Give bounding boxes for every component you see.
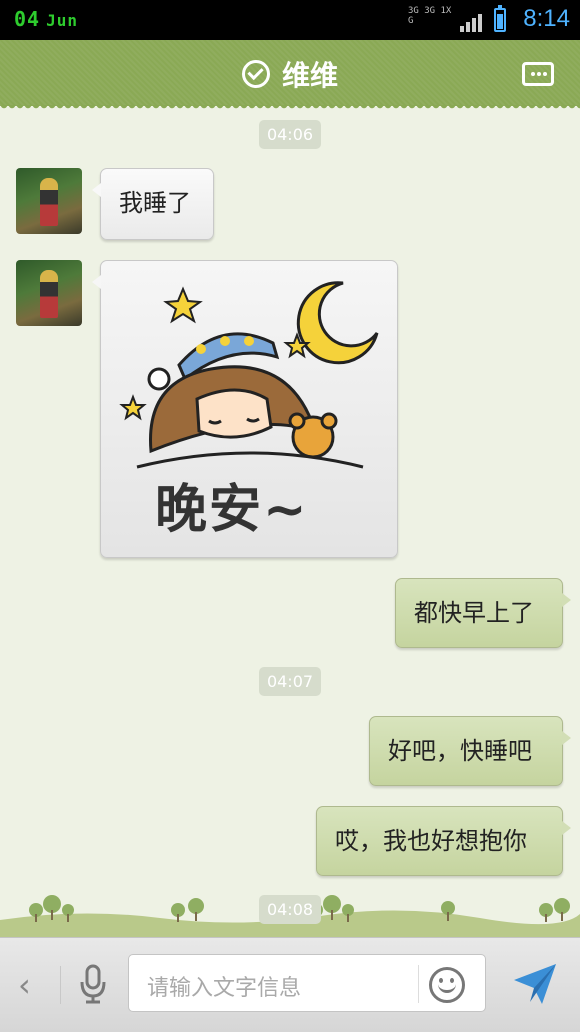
message-bubble-outgoing[interactable]: 都快早上了 <box>395 578 571 648</box>
goodnight-sticker-image <box>119 281 379 469</box>
message-text: 哎，我也好想抱你 <box>335 827 527 855</box>
chat-title: 维维 <box>281 59 338 92</box>
chat-header: 维维 <box>0 40 580 111</box>
input-bar: ‹ 请输入文字信息 <box>0 937 580 1032</box>
check-circle-icon <box>241 60 270 88</box>
timestamp: 04:06 <box>0 120 580 149</box>
divider <box>418 965 419 1003</box>
message-bubble-outgoing[interactable]: 好吧，快睡吧 <box>369 716 571 786</box>
status-time: 8:14 <box>523 5 570 32</box>
chat-title-area: 维维 <box>0 54 580 94</box>
message-bubble-outgoing[interactable]: 哎，我也好想抱你 <box>316 806 571 876</box>
avatar[interactable] <box>16 260 82 326</box>
chat-menu-icon[interactable] <box>522 62 554 86</box>
sticker-caption: 晚安~ <box>155 480 309 540</box>
microphone-icon[interactable] <box>78 964 108 1004</box>
message-text: 好吧，快睡吧 <box>388 737 532 765</box>
signal-icon <box>460 14 482 32</box>
chevron-left-icon[interactable]: ‹ <box>18 966 31 1004</box>
divider <box>60 966 61 1004</box>
timestamp-label: 04:07 <box>258 667 322 696</box>
message-input[interactable]: 请输入文字信息 <box>128 954 486 1012</box>
status-bar: 04 Jun 3G 3G 1X G 8:14 <box>0 0 580 40</box>
timestamp-label: 04:08 <box>258 895 322 924</box>
network-indicator: 3G 3G 1X G <box>408 6 452 26</box>
status-month: Jun <box>46 11 78 30</box>
status-day: 04 <box>14 7 41 31</box>
message-bubble-incoming[interactable]: 我睡了 <box>92 168 214 240</box>
send-plane-icon[interactable] <box>512 962 558 1006</box>
timestamp-label: 04:06 <box>258 120 322 149</box>
avatar[interactable] <box>16 168 82 234</box>
message-text: 我睡了 <box>119 189 191 217</box>
smiley-icon[interactable] <box>429 967 465 1003</box>
message-input-placeholder: 请输入文字信息 <box>147 976 302 1001</box>
message-text: 都快早上了 <box>414 599 534 627</box>
timestamp: 04:08 <box>0 895 580 924</box>
sticker-message[interactable]: 晚安~ <box>92 260 398 558</box>
battery-icon <box>494 5 506 32</box>
timestamp: 04:07 <box>0 667 580 696</box>
status-date: 04 Jun <box>14 7 78 31</box>
